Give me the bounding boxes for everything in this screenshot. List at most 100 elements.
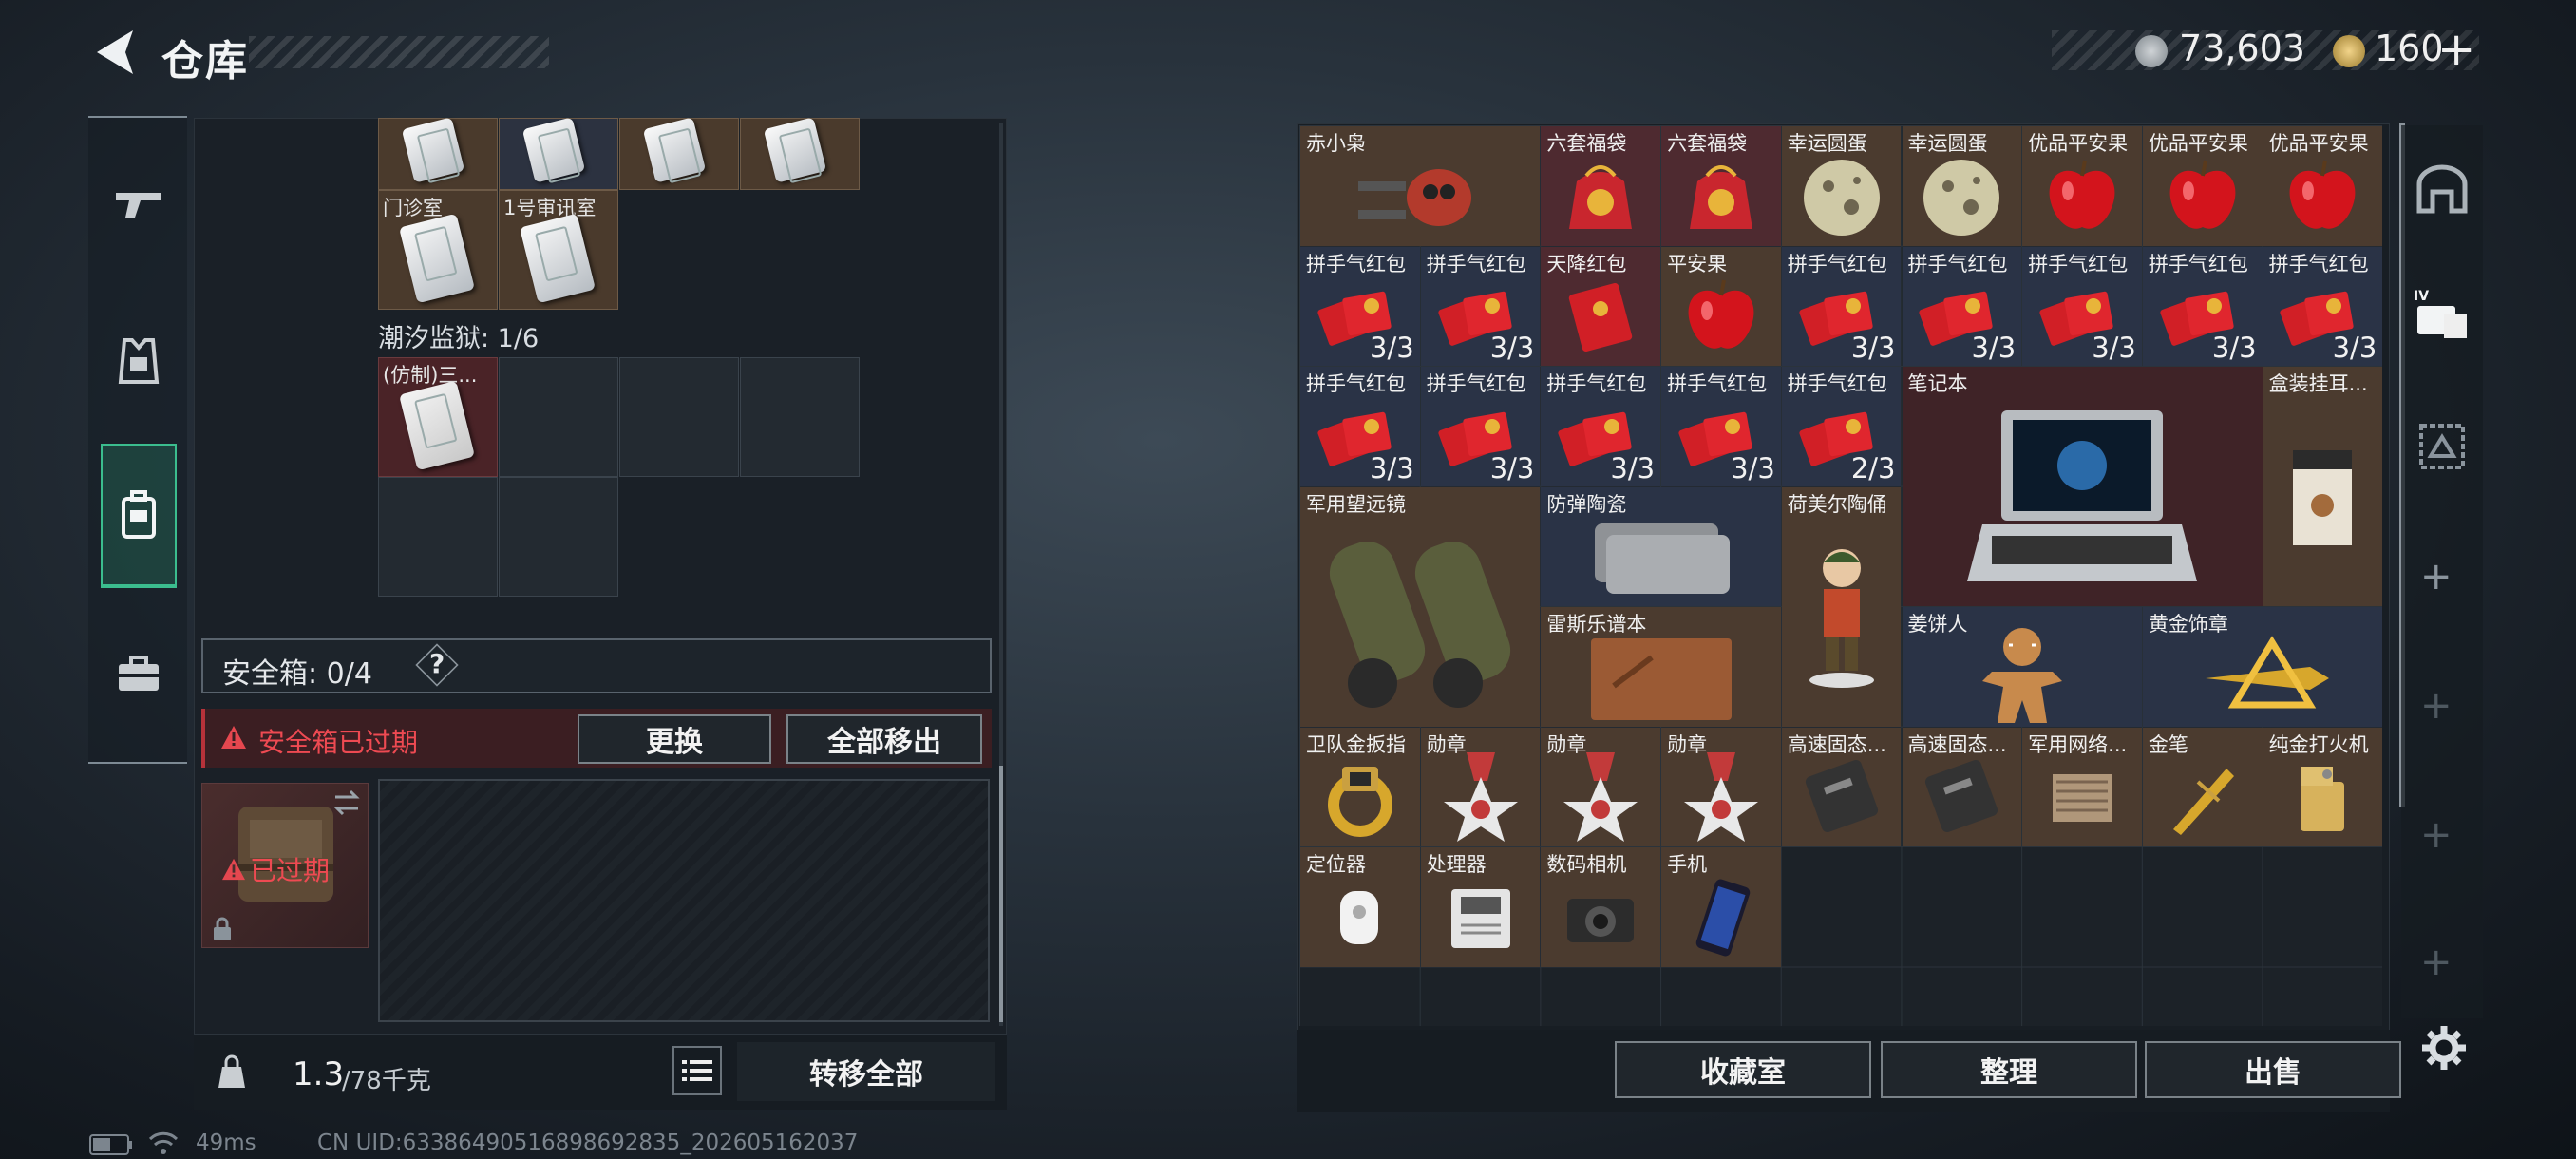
inventory-item[interactable]: 拼手气红包 3/3 [1420,246,1541,366]
inventory-item[interactable]: 优品平安果 [2022,126,2142,246]
nav-equipment[interactable] [101,314,177,408]
empty-slot[interactable] [378,477,498,597]
inventory-item[interactable]: 平安果 [1661,246,1781,366]
inventory-item[interactable]: 幸运圆蛋 [1902,126,2022,246]
inventory-item[interactable]: 勋章 [1420,727,1541,846]
add-tab-button[interactable]: + [2420,940,2453,984]
inventory-item[interactable]: 盒装挂耳... [2263,367,2383,606]
apple-icon [2039,153,2125,242]
prison-keycard-slot[interactable]: (仿制)三... [378,357,498,477]
nav-containers[interactable] [101,444,177,588]
stash-slot[interactable] [740,117,860,190]
back-arrow-icon[interactable] [87,25,142,80]
case-expired-text: 已过期 [250,855,331,886]
empty-slot[interactable] [619,357,739,477]
inventory-item[interactable]: 幸运圆蛋 [1781,126,1902,246]
stash-slot[interactable] [378,117,498,190]
inventory-item[interactable]: 姜饼人 [1902,607,2142,727]
inventory-item[interactable]: 拼手气红包 3/3 [1300,367,1420,486]
add-tab-button[interactable]: + [2420,684,2453,728]
collection-room-button[interactable]: 收藏室 [1615,1041,1871,1098]
inventory-item[interactable]: 高速固态... [1781,727,1902,846]
item-count: 3/3 [1971,332,2017,364]
inventory-item[interactable]: 拼手气红包 3/3 [2022,246,2142,366]
nav-weapons[interactable] [101,157,177,252]
add-tab-button[interactable]: + [2420,555,2453,598]
settings-gear-icon[interactable] [2420,1024,2468,1072]
stash-slot[interactable] [499,117,618,190]
inventory-item[interactable]: 六套福袋 [1661,126,1781,246]
keycard-interrogation[interactable]: 1号审讯室 [499,190,618,310]
wifi-icon [148,1131,179,1154]
organize-button[interactable]: 整理 [1881,1041,2137,1098]
inventory-item[interactable]: 防弹陶瓷 [1541,486,1781,606]
empty-slot[interactable] [740,357,860,477]
add-tab-button[interactable]: + [2420,813,2453,857]
storage-expand-icon [2419,424,2465,469]
inventory-item[interactable]: 笔记本 [1902,367,2263,606]
inventory-item[interactable]: 赤小枭 [1300,126,1541,246]
inventory-item[interactable]: 手机 [1661,847,1781,967]
item-name: 拼手气红包 [1907,252,2008,276]
leather-book-icon [1576,629,1747,727]
inventory-item[interactable]: 定位器 [1300,847,1420,967]
help-icon[interactable]: ? [429,648,445,679]
inventory-item[interactable]: 高速固态... [1902,727,2022,846]
inventory-item[interactable]: 荷美尔陶俑 [1781,486,1902,727]
inventory-item[interactable]: 军用网络... [2022,727,2142,846]
inventory-item[interactable]: 拼手气红包 3/3 [1420,367,1541,486]
title-decoration [249,36,549,68]
swap-icon[interactable] [331,789,362,816]
list-view-button[interactable] [672,1046,722,1095]
transfer-all-button[interactable]: 转移全部 [737,1042,995,1101]
inventory-item[interactable]: 优品平安果 [2142,126,2263,246]
inventory-item[interactable]: 数码相机 [1541,847,1661,967]
add-currency-button[interactable]: + [2437,23,2475,76]
lighter-icon [2280,753,2365,843]
inventory-item[interactable]: 黄金饰章 [2142,607,2383,727]
item-name: 处理器 [1426,853,1487,876]
gold-coin-icon [2333,35,2365,67]
ping-readout: 49ms [196,1130,256,1155]
inventory-item[interactable]: 雷斯乐谱本 [1541,607,1781,727]
inventory-item[interactable]: 拼手气红包 3/3 [2142,246,2263,366]
inventory-item[interactable]: 拼手气红包 3/3 [1661,367,1781,486]
inventory-item[interactable]: 金笔 [2142,727,2263,846]
inventory-item[interactable]: 拼手气红包 3/3 [1781,246,1902,366]
inventory-item[interactable]: 纯金打火机 [2263,727,2383,846]
inventory-item[interactable]: 卫队金扳指 [1300,727,1420,846]
inventory-item[interactable]: 天降红包 [1541,246,1661,366]
battery-icon [89,1134,132,1155]
inventory-item[interactable]: 勋章 [1661,727,1781,846]
safebox-slot[interactable]: 已过期 [201,783,369,948]
nav-briefcase[interactable] [101,627,177,722]
sell-button[interactable]: 出售 [2145,1041,2401,1098]
replace-button[interactable]: 更换 [578,714,771,764]
stash-slot[interactable] [619,117,739,190]
inventory-item[interactable]: 拼手气红包 3/3 [1902,246,2022,366]
stash-scrollbar-thumb[interactable] [999,766,1003,1022]
move-all-out-button[interactable]: 全部移出 [786,714,982,764]
inventory-item[interactable]: 军用望远镜 [1300,486,1541,727]
keycard-outpatient[interactable]: 门诊室 [378,190,498,310]
inventory-item[interactable]: 拼手气红包 2/3 [1781,367,1902,486]
inventory-item[interactable]: 拼手气红包 3/3 [2263,246,2383,366]
list-icon [682,1060,712,1081]
upgrade-storage-icon: IV [2414,289,2467,338]
empty-slot[interactable] [499,357,618,477]
item-name: 荷美尔陶俑 [1787,492,1887,516]
tab-storage-3[interactable] [2409,408,2475,484]
inventory-item[interactable]: 处理器 [1420,847,1541,967]
tab-storage-2[interactable]: IV [2409,276,2475,352]
inventory-item[interactable]: 优品平安果 [2263,126,2383,246]
expired-warning-text: 安全箱已过期 [258,727,419,758]
inventory-item[interactable]: 勋章 [1541,727,1661,846]
gold-pen-icon [2160,753,2245,843]
inventory-item[interactable]: 拼手气红包 3/3 [1541,367,1661,486]
tab-storage-1[interactable] [2409,152,2475,228]
item-count: 3/3 [1370,451,1414,484]
inventory-item[interactable]: 六套福袋 [1541,126,1661,246]
empty-slot[interactable] [499,477,618,597]
inventory-item[interactable]: 拼手气红包 3/3 [1300,246,1420,366]
item-name: 定位器 [1306,853,1366,876]
